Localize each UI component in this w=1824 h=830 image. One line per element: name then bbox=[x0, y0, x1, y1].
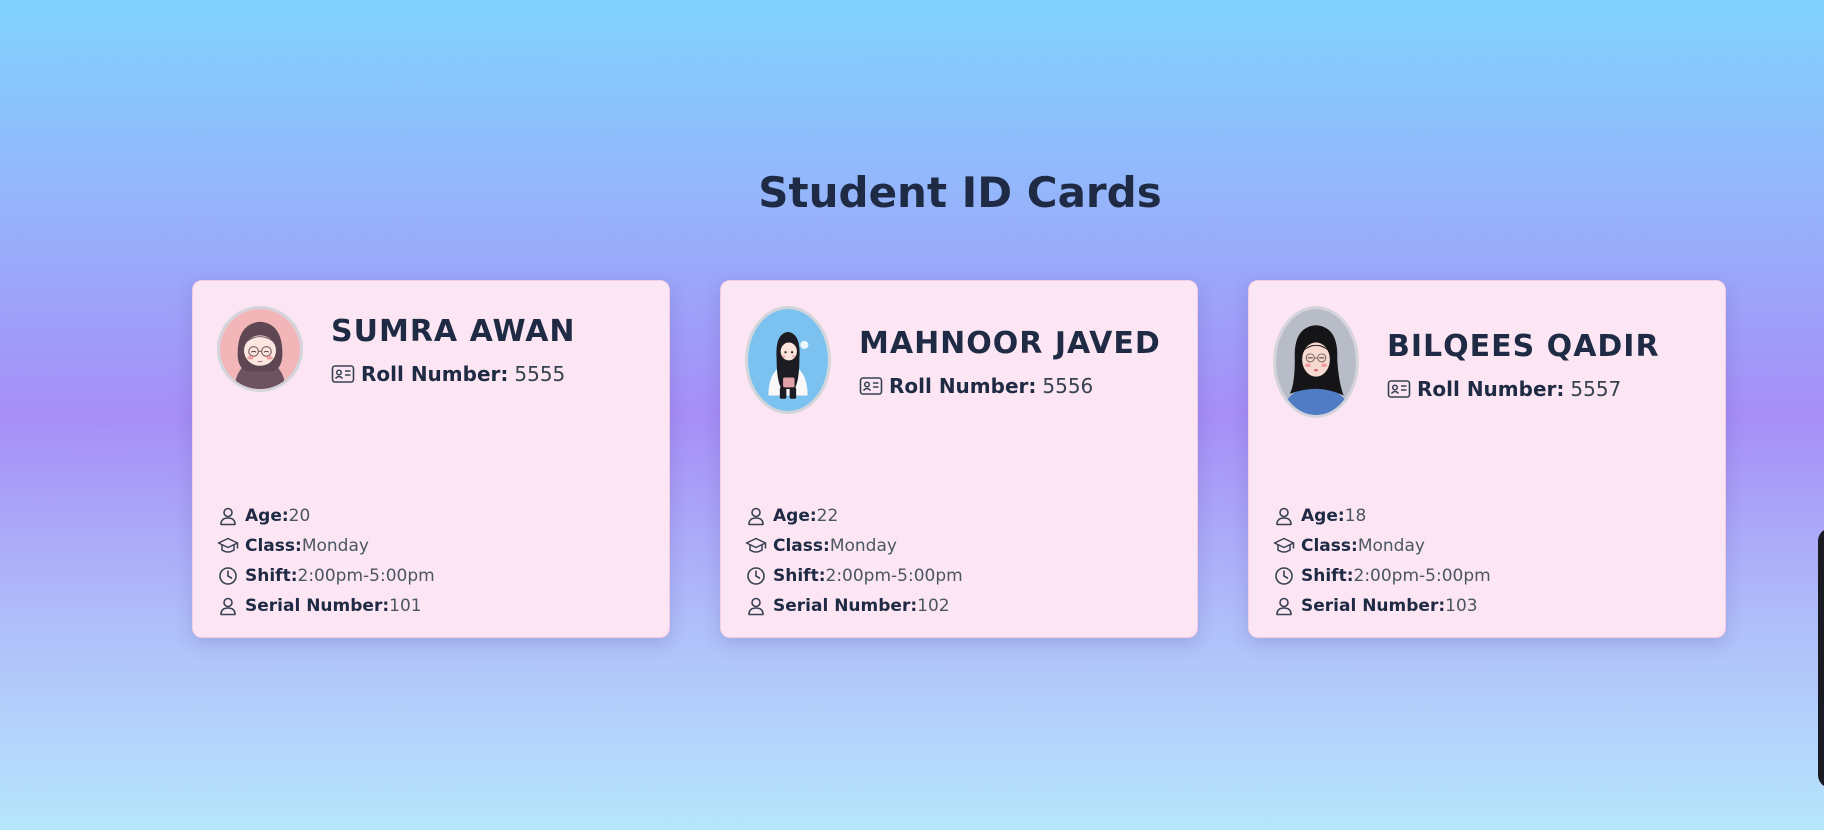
roll-number-value: 5557 bbox=[1570, 377, 1622, 401]
student-avatar bbox=[1273, 306, 1359, 418]
class-label: Class: bbox=[245, 536, 302, 556]
graduation-cap-icon bbox=[217, 535, 239, 557]
roll-number-value: 5556 bbox=[1042, 374, 1094, 398]
roll-number: Roll Number: 5555 bbox=[331, 362, 565, 386]
age-label: Age: bbox=[773, 506, 817, 526]
detail-class: Class: Monday bbox=[745, 531, 1165, 561]
roll-number-label: Roll Number: bbox=[361, 362, 509, 386]
graduation-cap-icon bbox=[745, 535, 767, 557]
avatar-illustration-icon bbox=[748, 309, 828, 411]
shift-value: 2:00pm-5:00pm bbox=[1353, 566, 1491, 586]
student-name: BILQEES QADIR bbox=[1387, 329, 1660, 364]
detail-serial: Serial Number: 101 bbox=[217, 591, 637, 621]
clock-icon bbox=[1273, 565, 1295, 587]
id-card-icon bbox=[1387, 380, 1411, 398]
age-label: Age: bbox=[1301, 506, 1345, 526]
id-card-icon bbox=[859, 377, 883, 395]
detail-class: Class: Monday bbox=[217, 531, 637, 561]
serial-label: Serial Number: bbox=[1301, 596, 1446, 616]
clock-icon bbox=[745, 565, 767, 587]
user-icon bbox=[217, 505, 239, 527]
serial-value: 101 bbox=[389, 596, 422, 616]
detail-shift: Shift: 2:00pm-5:00pm bbox=[745, 561, 1165, 591]
class-label: Class: bbox=[1301, 536, 1358, 556]
user-icon bbox=[1273, 595, 1295, 617]
page-title: Student ID Cards bbox=[758, 168, 1162, 217]
detail-age: Age: 20 bbox=[217, 501, 637, 531]
student-details: Age: 18 Class: Monday Shift: 2:00pm-5:00pm … bbox=[1273, 501, 1693, 621]
student-name: MAHNOOR JAVED bbox=[859, 326, 1161, 361]
serial-label: Serial Number: bbox=[773, 596, 918, 616]
detail-serial: Serial Number: 102 bbox=[745, 591, 1165, 621]
student-avatar bbox=[745, 306, 831, 414]
age-value: 22 bbox=[816, 506, 839, 526]
shift-label: Shift: bbox=[773, 566, 826, 586]
detail-shift: Shift: 2:00pm-5:00pm bbox=[217, 561, 637, 591]
shift-label: Shift: bbox=[1301, 566, 1354, 586]
roll-number-value: 5555 bbox=[514, 362, 566, 386]
graduation-cap-icon bbox=[1273, 535, 1295, 557]
class-value: Monday bbox=[829, 536, 897, 556]
serial-label: Serial Number: bbox=[245, 596, 390, 616]
student-card: MAHNOOR JAVED Roll Number: 5556 Age: 22 Cl… bbox=[720, 280, 1198, 638]
age-label: Age: bbox=[245, 506, 289, 526]
class-value: Monday bbox=[301, 536, 369, 556]
roll-number-label: Roll Number: bbox=[889, 374, 1037, 398]
detail-serial: Serial Number: 103 bbox=[1273, 591, 1693, 621]
student-details: Age: 22 Class: Monday Shift: 2:00pm-5:00pm … bbox=[745, 501, 1165, 621]
shift-value: 2:00pm-5:00pm bbox=[297, 566, 435, 586]
student-name: SUMRA AWAN bbox=[331, 314, 576, 349]
class-label: Class: bbox=[773, 536, 830, 556]
student-card: SUMRA AWAN Roll Number: 5555 Age: 20 Class… bbox=[192, 280, 670, 638]
detail-age: Age: 22 bbox=[745, 501, 1165, 531]
user-icon bbox=[217, 595, 239, 617]
user-icon bbox=[745, 505, 767, 527]
student-avatar bbox=[217, 306, 303, 392]
detail-class: Class: Monday bbox=[1273, 531, 1693, 561]
age-value: 18 bbox=[1344, 506, 1367, 526]
age-value: 20 bbox=[288, 506, 311, 526]
student-card: BILQEES QADIR Roll Number: 5557 Age: 18 Cl… bbox=[1248, 280, 1726, 638]
avatar-illustration-icon bbox=[220, 309, 300, 389]
id-card-icon bbox=[331, 365, 355, 383]
user-icon bbox=[745, 595, 767, 617]
roll-number: Roll Number: 5557 bbox=[1387, 377, 1621, 401]
detail-age: Age: 18 bbox=[1273, 501, 1693, 531]
user-icon bbox=[1273, 505, 1295, 527]
shift-label: Shift: bbox=[245, 566, 298, 586]
roll-number: Roll Number: 5556 bbox=[859, 374, 1093, 398]
student-details: Age: 20 Class: Monday Shift: 2:00pm-5:00pm … bbox=[217, 501, 637, 621]
serial-value: 102 bbox=[917, 596, 950, 616]
class-value: Monday bbox=[1357, 536, 1425, 556]
roll-number-label: Roll Number: bbox=[1417, 377, 1565, 401]
side-panel-edge[interactable] bbox=[1818, 528, 1824, 788]
avatar-illustration-icon bbox=[1276, 309, 1356, 415]
shift-value: 2:00pm-5:00pm bbox=[825, 566, 963, 586]
clock-icon bbox=[217, 565, 239, 587]
serial-value: 103 bbox=[1445, 596, 1478, 616]
detail-shift: Shift: 2:00pm-5:00pm bbox=[1273, 561, 1693, 591]
